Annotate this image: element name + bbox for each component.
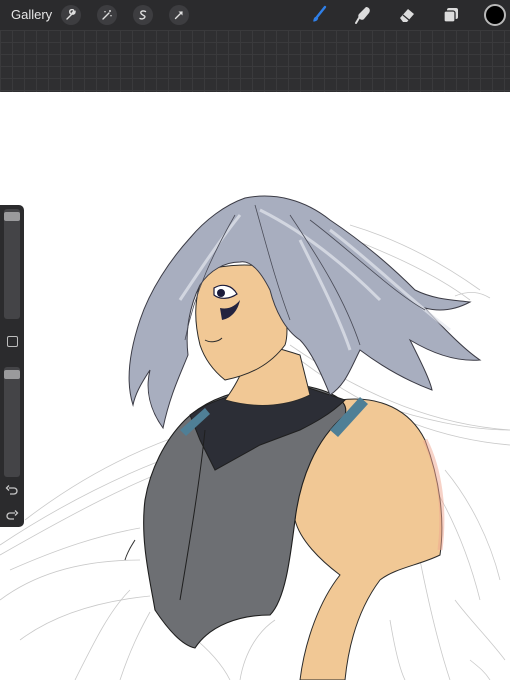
opacity-knob[interactable] (4, 369, 20, 379)
brush-icon[interactable] (308, 4, 330, 26)
eraser-icon[interactable] (396, 4, 418, 26)
undo-icon[interactable] (5, 483, 19, 497)
selection-icon[interactable] (133, 5, 153, 25)
smudge-icon[interactable] (352, 4, 374, 26)
transform-arrow-icon[interactable] (169, 5, 189, 25)
wrench-icon[interactable] (61, 5, 81, 25)
redo-icon[interactable] (5, 508, 19, 522)
canvas-backdrop (0, 30, 510, 92)
left-sidebar (0, 205, 24, 527)
modify-square-button[interactable] (7, 336, 18, 347)
layers-icon[interactable] (440, 4, 462, 26)
drawing-canvas[interactable] (0, 92, 510, 680)
brush-size-knob[interactable] (4, 211, 20, 221)
iris (217, 289, 225, 297)
character-drawing (0, 195, 510, 680)
brush-size-slider[interactable] (4, 209, 20, 319)
gallery-button[interactable]: Gallery (11, 7, 52, 22)
top-toolbar: Gallery (0, 0, 510, 30)
opacity-slider[interactable] (4, 367, 20, 477)
color-picker-button[interactable] (484, 4, 506, 26)
sketch-mark (124, 539, 136, 561)
magic-wand-icon[interactable] (97, 5, 117, 25)
